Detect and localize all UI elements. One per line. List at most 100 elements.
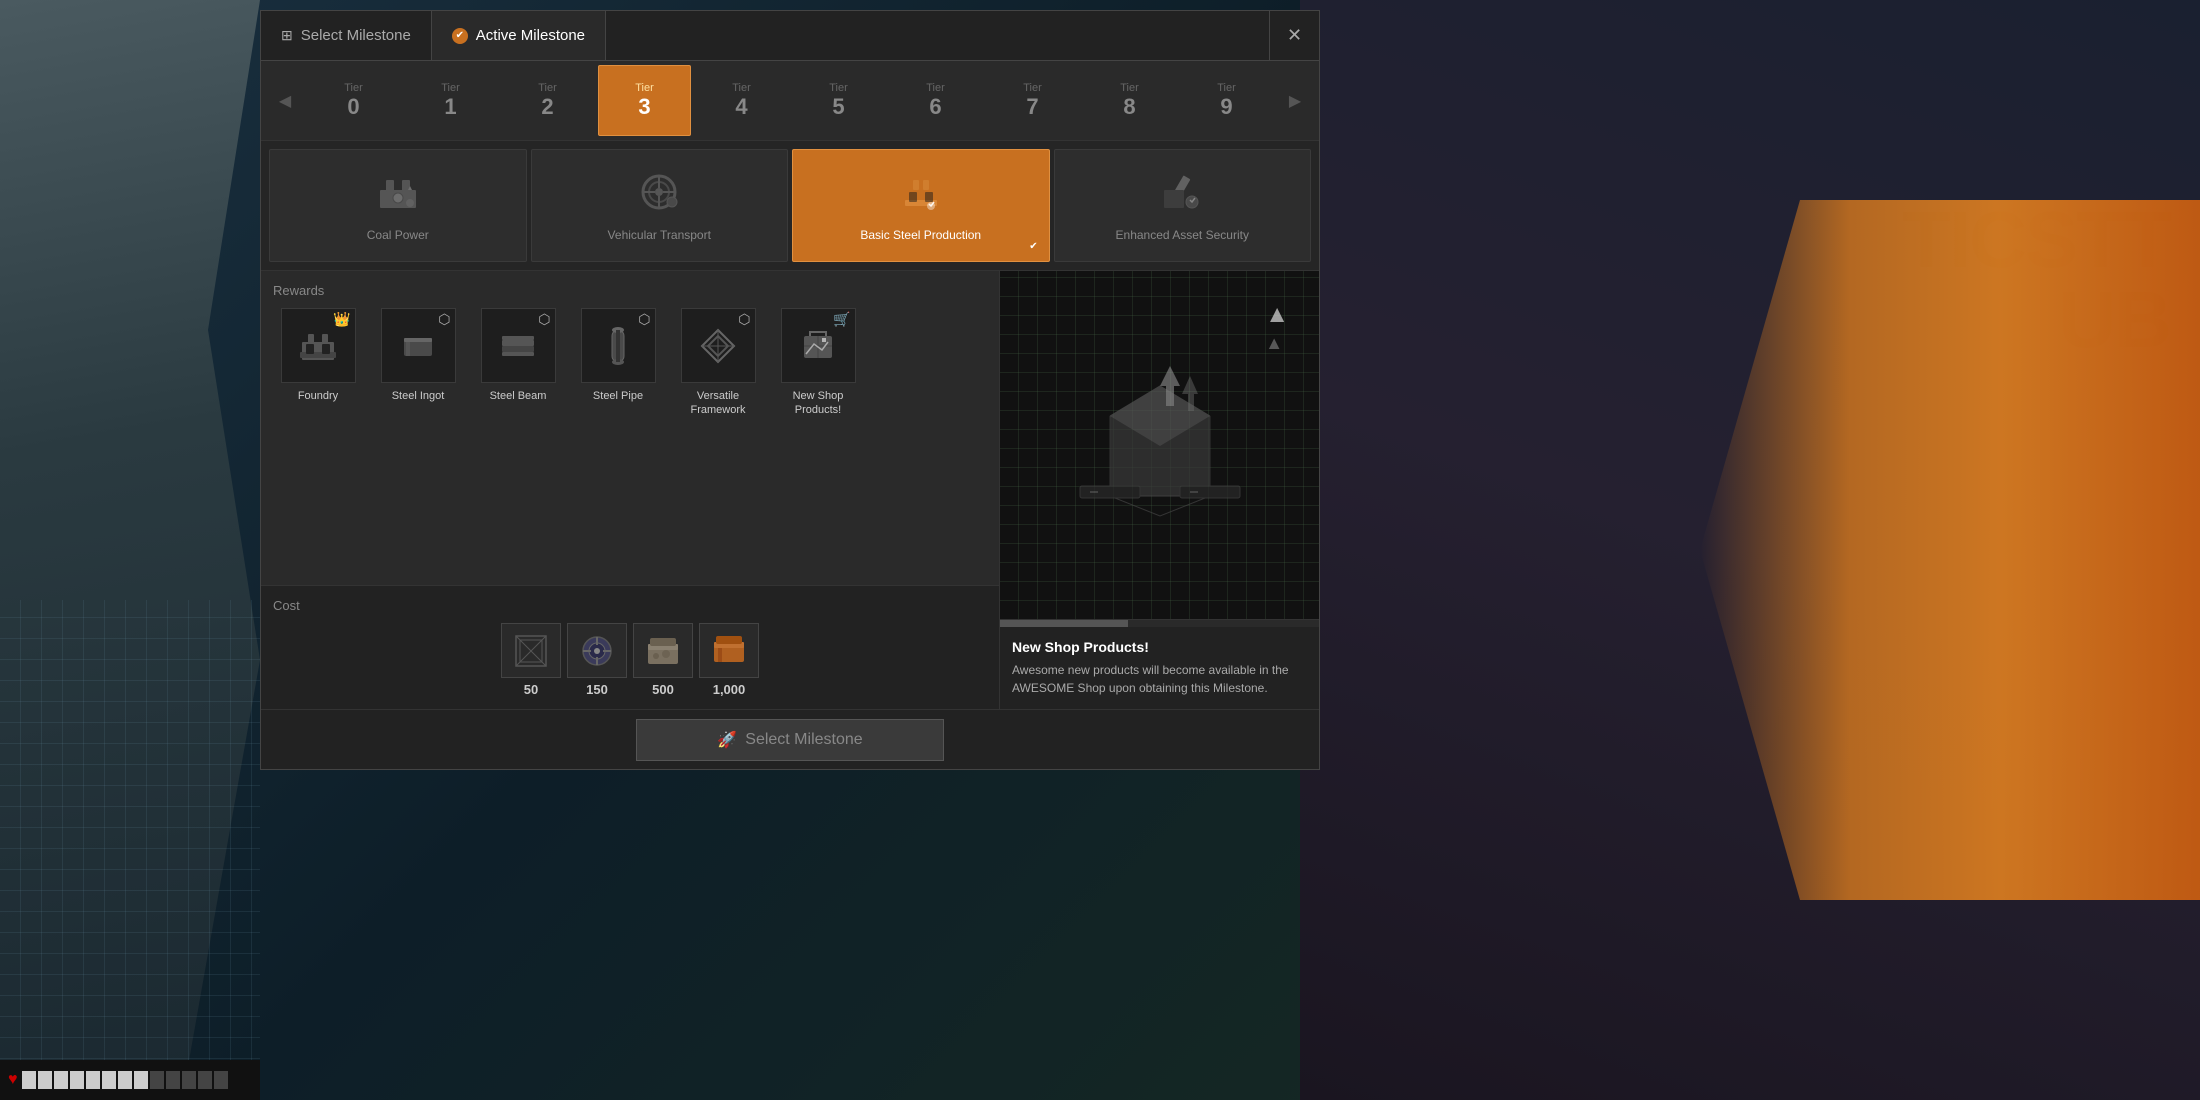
tier-tab-0[interactable]: Tier 0 — [307, 65, 400, 136]
tab-select-milestone[interactable]: ⊞ Select Milestone — [261, 11, 432, 60]
tier-label-9: Tier — [1217, 82, 1236, 94]
milestone-enhanced-asset-security[interactable]: Enhanced Asset Security — [1054, 149, 1312, 262]
foundry-crown-badge: 👑 — [333, 311, 350, 328]
tier-tab-9[interactable]: Tier 9 — [1180, 65, 1273, 136]
reward-steel-beam: ⬡ Steel Beam — [473, 308, 563, 418]
wire-cost-icon — [501, 623, 561, 678]
tier-num-6: 6 — [929, 94, 941, 120]
hud-bar-6 — [102, 1071, 116, 1089]
tier-tab-3[interactable]: Tier 3 — [598, 65, 691, 136]
reward-steel-pipe: ⬡ Steel Pipe — [573, 308, 663, 418]
tier-tab-7[interactable]: Tier 7 — [986, 65, 1079, 136]
hud-bar-3 — [54, 1071, 68, 1089]
reward-new-shop-products: 🛒 New Shop Products! — [773, 308, 863, 418]
foundry-label: Foundry — [298, 389, 338, 403]
hud-bar-10 — [166, 1071, 180, 1089]
content-area: Rewards 👑 — [261, 271, 1319, 709]
copper-ingot-cost-amount: 1,000 — [713, 682, 746, 697]
tier-tab-5[interactable]: Tier 5 — [792, 65, 885, 136]
preview-3d-model — [1070, 346, 1250, 545]
active-milestone-tab-label: Active Milestone — [476, 27, 585, 44]
hud-bar-9 — [150, 1071, 164, 1089]
preview-scrollbar[interactable] — [1000, 619, 1319, 627]
milestone-vehicular-transport[interactable]: Vehicular Transport — [531, 149, 789, 262]
select-milestone-grid-icon: ⊞ — [281, 27, 293, 44]
left-panel: Rewards 👑 — [261, 271, 999, 709]
select-milestone-rocket-icon: 🚀 — [717, 730, 737, 750]
tier-num-7: 7 — [1026, 94, 1038, 120]
right-panel: ▲ ▲ New Shop Products! Awesome new produ… — [999, 271, 1319, 709]
tier-arrow-left[interactable]: ◀ — [265, 61, 305, 140]
concrete-cost-amount: 500 — [652, 682, 674, 697]
tier-label-1: Tier — [441, 82, 460, 94]
basic-steel-production-icon — [899, 170, 943, 222]
active-milestone-check-icon: ✔ — [452, 28, 468, 44]
tier-row: ◀ Tier 0 Tier 1 Tier 2 Tier 3 Tier 4 Tie… — [261, 61, 1319, 141]
hud-bar-7 — [118, 1071, 132, 1089]
motor-cost-icon — [567, 623, 627, 678]
concrete-cost-icon — [633, 623, 693, 678]
car-detail-decoration — [1700, 200, 2200, 900]
tier-tab-1[interactable]: Tier 1 — [404, 65, 497, 136]
tier-label-7: Tier — [1023, 82, 1042, 94]
preview-description: Awesome new products will become availab… — [1012, 661, 1307, 697]
select-milestone-button[interactable]: 🚀 Select Milestone — [636, 719, 943, 761]
tier-num-8: 8 — [1123, 94, 1135, 120]
modal-window: ⊞ Select Milestone ✔ Active Milestone ✕ … — [260, 10, 1320, 770]
select-milestone-button-label: Select Milestone — [745, 731, 862, 749]
tier-tab-6[interactable]: Tier 6 — [889, 65, 982, 136]
basic-steel-production-label: Basic Steel Production — [860, 228, 981, 242]
milestone-selected-check: ✔ — [1025, 237, 1043, 255]
tab-active-milestone[interactable]: ✔ Active Milestone — [432, 11, 606, 60]
preview-image: ▲ ▲ — [1000, 271, 1319, 619]
coal-power-label: Coal Power — [367, 228, 429, 242]
tier-label-8: Tier — [1120, 82, 1139, 94]
preview-info: New Shop Products! Awesome new products … — [1000, 627, 1319, 709]
steel-beam-label: Steel Beam — [490, 389, 547, 403]
steel-pipe-badge: ⬡ — [638, 311, 650, 328]
vehicular-transport-icon — [637, 170, 681, 222]
hud-bar-4 — [70, 1071, 84, 1089]
tier-num-4: 4 — [735, 94, 747, 120]
tier-tab-2[interactable]: Tier 2 — [501, 65, 594, 136]
rewards-section: Rewards 👑 — [261, 271, 999, 585]
reward-steel-pipe-icon-wrap: ⬡ — [581, 308, 656, 383]
arrow-up-2: ▲ — [1265, 333, 1289, 354]
tier-num-0: 0 — [347, 94, 359, 120]
tier-label-3: Tier — [635, 82, 654, 94]
wire-cost-amount: 50 — [524, 682, 538, 697]
milestone-coal-power[interactable]: Coal Power — [269, 149, 527, 262]
steel-ingot-label: Steel Ingot — [392, 389, 445, 403]
tier-arrow-right[interactable]: ▶ — [1275, 61, 1315, 140]
reward-versatile-framework-icon-wrap: ⬡ — [681, 308, 756, 383]
reward-new-shop-products-icon-wrap: 🛒 — [781, 308, 856, 383]
milestone-row: Coal Power Vehicular Transport — [261, 141, 1319, 271]
reward-steel-ingot: ⬡ Steel Ingot — [373, 308, 463, 418]
cost-concrete: 500 — [633, 623, 693, 697]
tier-tab-4[interactable]: Tier 4 — [695, 65, 788, 136]
cost-items: 50 — [273, 623, 987, 697]
reward-steel-ingot-icon-wrap: ⬡ — [381, 308, 456, 383]
tier-tab-8[interactable]: Tier 8 — [1083, 65, 1176, 136]
bottom-hud: ♥ — [0, 1060, 260, 1100]
arrow-up-1: ▲ — [1265, 301, 1289, 329]
hud-bar-12 — [198, 1071, 212, 1089]
tier-num-1: 1 — [444, 94, 456, 120]
preview-scrollbar-thumb — [1000, 620, 1128, 627]
close-button[interactable]: ✕ — [1269, 11, 1319, 60]
bottom-bar: 🚀 Select Milestone — [261, 709, 1319, 769]
vehicular-transport-label: Vehicular Transport — [608, 228, 711, 242]
motor-cost-amount: 150 — [586, 682, 608, 697]
copper-ingot-cost-icon — [699, 623, 759, 678]
tier-label-5: Tier — [829, 82, 848, 94]
tier-label-2: Tier — [538, 82, 557, 94]
health-icon: ♥ — [8, 1071, 18, 1089]
versatile-framework-badge: ⬡ — [738, 311, 750, 328]
reward-steel-beam-icon-wrap: ⬡ — [481, 308, 556, 383]
new-shop-badge: 🛒 — [833, 311, 850, 328]
coal-power-icon — [376, 170, 420, 222]
milestone-basic-steel-production[interactable]: Basic Steel Production ✔ — [792, 149, 1050, 262]
cost-section: Cost 50 — [261, 585, 999, 709]
tier-num-3: 3 — [638, 94, 650, 120]
rewards-grid: 👑 Foundry — [273, 308, 987, 418]
